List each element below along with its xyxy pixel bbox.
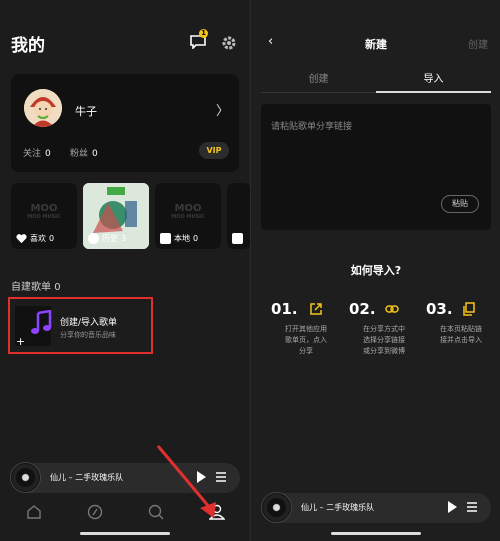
bag-icon [232, 233, 243, 244]
section-label: 自建歌单 0 [11, 282, 61, 293]
tile-history[interactable]: 历史 3 [83, 183, 149, 249]
song-title: 仙儿 – 二手玫瑰乐队 [301, 503, 375, 512]
moo-logo: MOO MOO MUSIC [27, 203, 61, 220]
song-title: 仙儿 – 二手玫瑰乐队 [50, 473, 124, 482]
username: 牛子 [75, 105, 97, 118]
gear-icon[interactable] [221, 35, 237, 51]
step-number: 01. [271, 300, 298, 318]
history-icon [88, 233, 99, 244]
step-3: 03. 在本页粘贴链 接并点击导入 [426, 300, 496, 344]
howto-heading: 如何导入? [350, 264, 402, 277]
play-button[interactable] [448, 501, 457, 513]
home-indicator [331, 532, 421, 535]
download-icon [160, 233, 171, 244]
new-playlist-page: ‹ 新建 创建 创建 导入 请粘贴歌单分享链接 粘贴 如何导入? 01. 打开其… [250, 0, 500, 541]
create-action[interactable]: 创建 [468, 36, 488, 51]
mini-player[interactable]: 仙儿 – 二手玫瑰乐队 [261, 492, 491, 523]
create-subtitle: 分享你的音乐品味 [60, 331, 116, 339]
link-icon [385, 305, 399, 313]
home-indicator [80, 532, 170, 535]
my-page: 我的 1 牛子 〉 关注 0 粉丝 0 VIP MOO MOO MUSIC 喜欢 0 历… [0, 0, 250, 541]
share-out-icon [310, 303, 322, 315]
follow-stat[interactable]: 关注 0 [23, 146, 51, 159]
message-badge: 1 [199, 29, 208, 38]
page-title: 新建 [365, 38, 387, 51]
fans-stat[interactable]: 粉丝 0 [70, 146, 98, 159]
page-title: 我的 [11, 36, 45, 56]
step-description: 在本页粘贴链 接并点击导入 [440, 325, 482, 344]
annotation-arrow [156, 445, 216, 518]
step-number: 03. [426, 300, 453, 318]
vip-badge[interactable]: VIP [199, 142, 229, 159]
step-2: 02. 在分享方式中 选择分享链接 或分享到微博 [349, 300, 419, 355]
vinyl-disc [10, 462, 41, 493]
music-note-icon [31, 310, 52, 334]
playlist-icon[interactable] [467, 502, 477, 512]
discover-icon[interactable] [87, 504, 103, 520]
home-icon[interactable] [26, 504, 42, 520]
tile-favorites[interactable]: MOO MOO MUSIC 喜欢 0 [11, 183, 77, 249]
tile-local[interactable]: MOO MOO MUSIC 本地 0 [155, 183, 221, 249]
step-description: 打开其他应用 歌单页，点入 分享 [285, 325, 327, 355]
tab-indicator [376, 91, 491, 93]
plus-icon: + [16, 335, 26, 348]
avatar [24, 89, 62, 127]
create-title: 创建/导入歌单 [60, 318, 118, 328]
copy-icon [463, 302, 475, 316]
heart-icon [16, 234, 27, 244]
tab-create[interactable]: 创建 [261, 70, 376, 85]
profile-card[interactable]: 牛子 〉 关注 0 粉丝 0 VIP [11, 74, 239, 172]
tab-import[interactable]: 导入 [376, 70, 491, 85]
step-1: 01. 打开其他应用 歌单页，点入 分享 [271, 300, 341, 355]
chevron-right-icon[interactable]: 〉 [216, 100, 229, 119]
step-description: 在分享方式中 选择分享链接 或分享到微博 [363, 325, 405, 355]
paste-link-field[interactable]: 请粘贴歌单分享链接 粘贴 [261, 104, 491, 230]
tile-purchased[interactable] [227, 183, 250, 249]
vinyl-disc [261, 492, 292, 523]
moo-logo: MOO MOO MUSIC [171, 203, 205, 220]
step-number: 02. [349, 300, 376, 318]
create-playlist-button[interactable]: + 创建/导入歌单 分享你的音乐品味 [8, 297, 153, 354]
paste-button[interactable]: 粘贴 [441, 195, 479, 213]
paste-placeholder: 请粘贴歌单分享链接 [271, 122, 353, 132]
